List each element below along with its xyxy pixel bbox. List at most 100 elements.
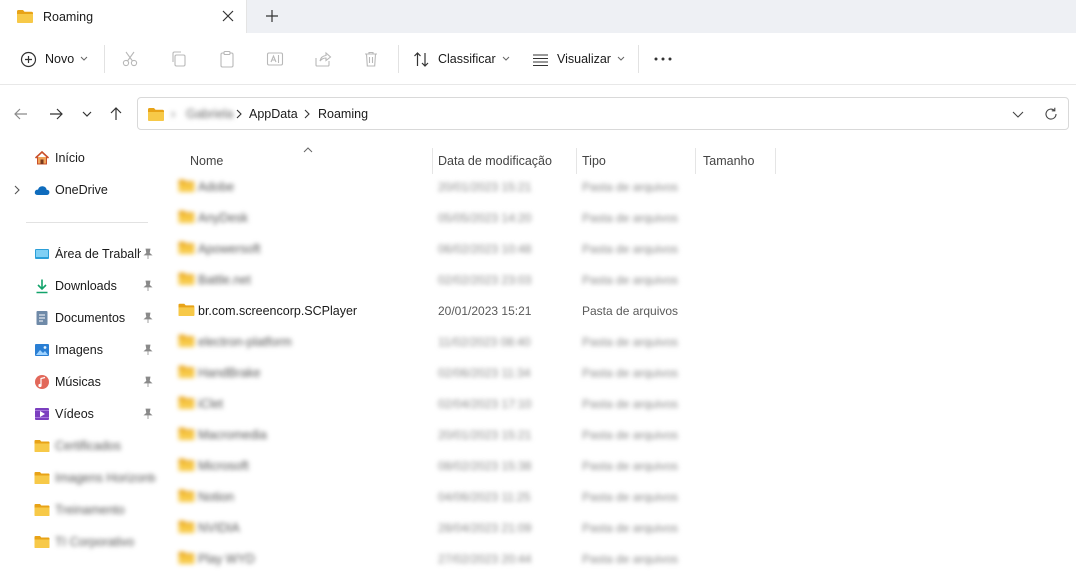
table-row[interactable]: iClet 02/04/2023 17:10 Pasta de arquivos [158,388,1076,419]
file-date: 02/02/2023 23:03 [438,273,532,287]
file-date: 05/05/2023 14:20 [438,211,532,225]
file-type: Pasta de arquivos [582,459,679,473]
view-button[interactable]: Visualizar [532,45,625,73]
cut-icon[interactable] [120,49,140,69]
command-bar: Novo Classificar Visualizar [0,33,1076,85]
folder-icon [34,472,50,484]
file-name: AnyDesk [198,211,249,225]
sidebar-item-documents[interactable]: Documentos [0,305,158,331]
tab-roaming[interactable]: Roaming [0,0,247,33]
sidebar-item-folder[interactable]: Certificados [0,433,158,459]
folder-icon [178,489,195,502]
chevron-right-icon[interactable] [235,108,243,120]
sidebar-item-folder[interactable]: Imagens Horizonte [0,465,158,491]
sidebar-item-folder[interactable]: TI Corporativo [0,529,158,555]
separator [104,45,105,73]
table-row[interactable]: electron-platform 11/02/2023 08:40 Pasta d… [158,326,1076,357]
column-header-type[interactable]: Tipo [582,154,606,168]
chevron-right-icon[interactable] [303,108,311,120]
table-row[interactable]: br.com.screencorp.SCPlayer 20/01/2023 15:… [158,295,1076,326]
table-row[interactable]: Microsoft 08/02/2023 15:38 Pasta de arquiv… [158,450,1076,481]
view-label: Visualizar [557,52,611,66]
chevron-down-icon [502,56,510,61]
breadcrumb-user[interactable]: Gabriela [186,107,233,121]
sidebar-item-onedrive[interactable]: OneDrive [0,177,158,203]
file-name: br.com.screencorp.SCPlayer [198,304,358,318]
file-name: Adobe [198,180,235,194]
new-button[interactable]: Novo [20,45,88,73]
navigation-pane: Início OneDrive Área de Trabalho Downloa… [0,140,158,574]
file-type: Pasta de arquivos [582,366,679,380]
rename-icon[interactable] [265,49,285,69]
file-date: 08/02/2023 15:38 [438,459,532,473]
table-row[interactable]: Battle.net 02/02/2023 23:03 Pasta de arqui… [158,264,1076,295]
breadcrumb-appdata[interactable]: AppData [249,107,298,121]
file-name: electron-platform [198,335,292,349]
more-options-icon[interactable] [653,49,673,69]
column-header-name[interactable]: Nome [190,154,223,168]
document-icon [36,311,48,325]
up-icon[interactable] [106,104,126,124]
new-label: Novo [45,52,75,66]
column-header-row: Nome Data de modificação Tipo Tamanho [158,146,778,174]
chevron-down-icon [617,56,625,61]
file-name: Play WYD [198,552,255,566]
table-row[interactable]: Notion 04/06/2023 11:25 Pasta de arquivos [158,481,1076,512]
breadcrumb-roaming[interactable]: Roaming [318,107,368,121]
sidebar-item-images[interactable]: Imagens [0,337,158,363]
file-type: Pasta de arquivos [582,242,679,256]
table-row[interactable]: Adobe 20/01/2023 15:21 Pasta de arquivos [158,171,1076,202]
pin-icon[interactable] [142,408,154,420]
pin-icon[interactable] [142,312,154,324]
sidebar-item-label: TI Corporativo [55,535,135,549]
sidebar-item-music[interactable]: Músicas [0,369,158,395]
file-date: 20/01/2023 15:21 [438,180,532,194]
sidebar-item-desktop[interactable]: Área de Trabalho [0,241,158,267]
share-icon[interactable] [313,49,333,69]
table-row[interactable]: HandBrake 02/06/2023 11:34 Pasta de arquiv… [158,357,1076,388]
column-header-size[interactable]: Tamanho [703,154,754,168]
pin-icon[interactable] [142,248,154,260]
refresh-icon[interactable] [1043,106,1059,122]
sidebar-item-label: Área de Trabalho [55,247,141,261]
pin-icon[interactable] [142,344,154,356]
file-type: Pasta de arquivos [582,304,679,318]
close-icon[interactable] [218,6,238,26]
copy-icon[interactable] [169,49,189,69]
file-type: Pasta de arquivos [582,273,679,287]
forward-icon[interactable] [46,104,66,124]
pin-icon[interactable] [142,280,154,292]
pin-icon[interactable] [142,376,154,388]
desktop-icon [35,249,49,259]
column-header-date[interactable]: Data de modificação [438,154,552,168]
table-row[interactable]: AnyDesk 05/05/2023 14:20 Pasta de arquivos [158,202,1076,233]
chevron-right-icon[interactable] [11,184,23,196]
sidebar-item-downloads[interactable]: Downloads [0,273,158,299]
new-tab-icon[interactable] [262,6,282,26]
address-bar[interactable]: › Gabriela AppData Roaming [137,97,1069,130]
file-type: Pasta de arquivos [582,521,679,535]
table-row[interactable]: Play WYD 27/02/2023 20:44 Pasta de arquivo… [158,543,1076,574]
paste-icon[interactable] [217,49,237,69]
folder-icon [178,272,195,285]
sidebar-item-folder[interactable]: Treinamento [0,497,158,523]
file-name: iClet [198,397,224,411]
file-name: HandBrake [198,366,261,380]
sidebar-item-label: Músicas [55,375,101,389]
sidebar-item-home[interactable]: Início [0,145,158,171]
table-row[interactable]: Apowersoft 06/02/2023 10:48 Pasta de arqui… [158,233,1076,264]
sort-button[interactable]: Classificar [413,45,510,73]
sort-label: Classificar [438,52,496,66]
recent-locations-icon[interactable] [77,104,97,124]
delete-icon[interactable] [361,49,381,69]
table-row[interactable]: Macromedia 20/01/2023 15:21 Pasta de arqui… [158,419,1076,450]
sidebar-item-videos[interactable]: Vídeos [0,401,158,427]
tab-title: Roaming [43,10,94,24]
chevron-down-icon[interactable] [1010,106,1026,122]
sort-ascending-icon [303,147,313,153]
folder-icon [178,365,195,378]
sidebar-item-label: Início [55,151,85,165]
file-name: Apowersoft [198,242,261,256]
table-row[interactable]: NVIDIA 28/04/2023 21:09 Pasta de arquivos [158,512,1076,543]
back-icon[interactable] [11,104,31,124]
